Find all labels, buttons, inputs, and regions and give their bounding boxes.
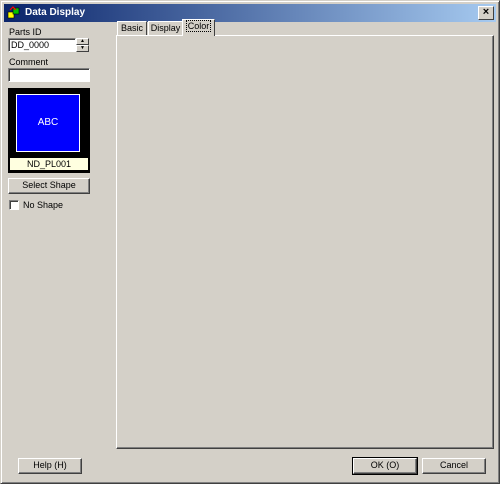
shape-name-label: ND_PL001 (9, 157, 89, 171)
color-tab-panel (116, 35, 494, 449)
cancel-button[interactable]: Cancel (422, 458, 486, 474)
close-icon: × (482, 6, 490, 18)
parts-id-field[interactable]: DD_0000 (8, 38, 76, 52)
tab-display-label: Display (150, 23, 181, 33)
title-bar[interactable]: Data Display × (4, 4, 496, 22)
ok-button[interactable]: OK (O) (352, 457, 418, 475)
comment-field[interactable] (8, 68, 90, 82)
app-icon (7, 6, 20, 19)
comment-label: Comment (9, 57, 49, 67)
spin-up-icon[interactable]: ▲ (76, 38, 89, 45)
tab-color-label: Color (185, 20, 212, 32)
no-shape-label: No Shape (23, 200, 64, 210)
spin-down-icon[interactable]: ▼ (76, 45, 89, 52)
tab-basic-label: Basic (120, 23, 143, 33)
tab-color[interactable]: Color (182, 19, 215, 36)
help-button[interactable]: Help (H) (18, 458, 82, 474)
window-title: Data Display (25, 7, 86, 18)
data-display-dialog: Data Display × Parts ID DD_0000 ▲ ▼ Comm… (0, 0, 500, 484)
preview-plate: ABC (16, 94, 80, 152)
no-shape-checkbox[interactable] (9, 200, 19, 210)
close-button[interactable]: × (478, 6, 494, 20)
shape-preview: ABC ND_PL001 (8, 88, 90, 173)
select-shape-button[interactable]: Select Shape (8, 178, 90, 194)
parts-id-spinner[interactable]: ▲ ▼ (76, 38, 89, 52)
parts-id-label: Parts ID (9, 27, 42, 37)
